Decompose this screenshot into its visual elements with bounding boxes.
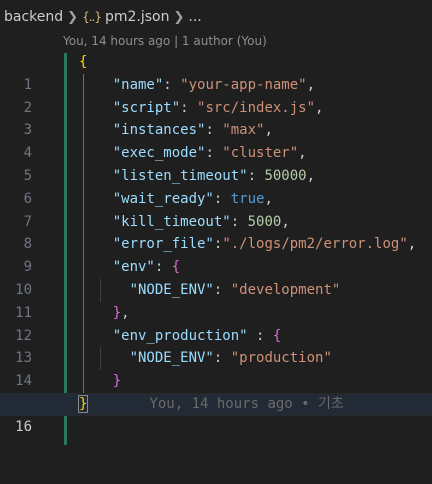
- json-key: "instances": [112, 122, 206, 139]
- breadcrumb-file[interactable]: pm2.json: [105, 9, 170, 25]
- json-value: "src/index.js": [197, 99, 316, 116]
- code-editor[interactable]: 1 { 2 "name": "your-app-name", 3 "script…: [0, 51, 432, 447]
- breadcrumb-more[interactable]: ...: [188, 9, 201, 25]
- json-key: "script": [112, 99, 181, 116]
- json-value: "development": [230, 281, 341, 298]
- breadcrumb: backend ❯ {..} pm2.json ❯ ...: [0, 6, 202, 28]
- json-key: "env_production": [112, 327, 248, 344]
- json-key: "env": [112, 259, 155, 276]
- code-line: 6 "listen_timeout": 50000,: [0, 164, 432, 207]
- code-line: 7 "wait_ready": true,: [0, 187, 432, 230]
- code-line: 4 "instances": "max",: [0, 119, 432, 161]
- close-brace: }: [112, 373, 122, 390]
- git-blame-codelens[interactable]: You, 14 hours ago | 1 author (You): [63, 34, 267, 48]
- code-line: 5 "exec_mode": "cluster",: [0, 142, 432, 184]
- open-brace: {: [171, 259, 181, 276]
- json-key: "kill_timeout": [112, 213, 231, 230]
- json-key: "NODE_ENV": [129, 281, 214, 298]
- json-value: 50000: [264, 167, 307, 184]
- code-line: 9 "error_file":"./logs/pm2/error.log",: [0, 233, 432, 275]
- json-value: 5000: [247, 213, 282, 230]
- code-line: 12 },: [0, 301, 432, 344]
- close-brace: }: [112, 304, 122, 321]
- open-brace: {: [272, 327, 282, 344]
- json-value: "cluster": [222, 145, 299, 162]
- json-key: "wait_ready": [112, 190, 214, 207]
- line-number: 16: [15, 418, 32, 435]
- json-key: "listen_timeout": [112, 167, 248, 184]
- inline-git-blame[interactable]: You, 14 hours ago • 기초: [149, 396, 343, 412]
- code-line: 10 "env": {: [0, 256, 432, 298]
- json-value: "./logs/pm2/error.log": [222, 236, 408, 253]
- json-key: "error_file": [112, 236, 214, 253]
- json-file-icon: {..}: [82, 10, 102, 24]
- json-key: "exec_mode": [112, 145, 206, 162]
- code-line-current: 16 } You, 14 hours ago • 기초: [0, 392, 432, 435]
- open-brace: {: [79, 54, 88, 70]
- json-key: "NODE_ENV": [129, 350, 214, 367]
- code-line: 1 {: [0, 51, 432, 93]
- code-line: 13 "env_production" : {: [0, 324, 432, 366]
- code-line: 14 "NODE_ENV": "production": [0, 347, 432, 389]
- code-line: 8 "kill_timeout": 5000,: [0, 210, 432, 252]
- json-value: "max": [222, 122, 265, 139]
- json-value: true: [230, 190, 265, 207]
- code-line: 3 "script": "src/index.js",: [0, 96, 432, 138]
- code-line: 15 }: [0, 370, 432, 412]
- json-value: "production": [230, 350, 332, 367]
- chevron-right-icon: ❯: [67, 9, 79, 25]
- chevron-right-icon: ❯: [173, 9, 185, 25]
- json-key: "name": [112, 76, 164, 93]
- json-value: "your-app-name": [180, 76, 307, 93]
- code-line: 11 "NODE_ENV": "development": [0, 278, 432, 321]
- code-line: 2 "name": "your-app-name",: [0, 73, 432, 116]
- close-brace: }: [77, 394, 89, 413]
- breadcrumb-folder[interactable]: backend: [0, 9, 63, 25]
